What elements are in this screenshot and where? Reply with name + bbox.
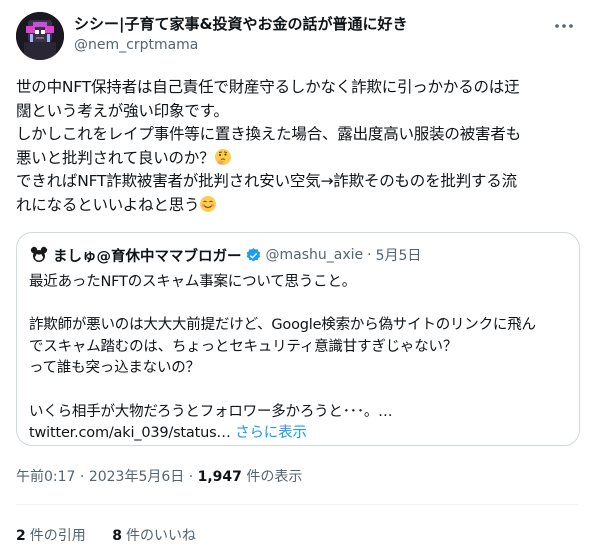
tweet-line: 闊という考えが強い印象です。 xyxy=(16,101,229,120)
tweet-line: できればNFT詐欺被害者が批判され安い空気→詐欺そのものを批判する流 xyxy=(16,172,517,190)
quoted-link[interactable]: twitter.com/aki_039/status… xyxy=(29,425,231,441)
quoted-handle[interactable]: @mashu_axie xyxy=(266,247,364,263)
likes-count: 8 xyxy=(112,528,122,544)
quoted-line: 最近あったNFTのスキャム事案について思うこと。 xyxy=(29,274,357,290)
divider xyxy=(16,504,578,505)
quoted-tweet[interactable]: ましゅ@育休中ママブロガー @mashu_axie · 5月5日 最近あったNF… xyxy=(16,232,580,446)
tweet-time[interactable]: 午前0:17 xyxy=(16,469,75,485)
likes-label: 件のいいね xyxy=(125,528,196,544)
author-handle[interactable]: @nem_crptmama xyxy=(74,35,408,55)
quotes-stat[interactable]: 2 件の引用 xyxy=(16,528,86,544)
likes-stat[interactable]: 8 件のいいね xyxy=(112,528,196,544)
quoted-tweet-text: 最近あったNFTのスキャム事案について思うこと。 詐欺師が悪いのは大大大前提だけ… xyxy=(29,272,569,445)
tweet-line: れになるといいよねと思う xyxy=(16,195,200,214)
tweet-line: 世の中NFT保持者は自己責任で財産守るしかなく詐欺に引っかかるのは迂 xyxy=(16,78,520,96)
meta-separator: · xyxy=(79,469,85,485)
quoted-line: でスキャム踏むのは、ちょっとセキュリティ意識甘すぎじゃない？ xyxy=(29,338,458,355)
quotes-label: 件の引用 xyxy=(29,528,86,544)
tweet-line: しかしこれをレイプ事件等に置き換えた場合、露出度高い服装の被害者も xyxy=(16,125,521,143)
author-display-name[interactable]: シシー|子育て家事&投資やお金の話が普通に好き xyxy=(74,14,408,34)
smiling-face-emoji xyxy=(199,195,217,213)
tweet-text: 世の中NFT保持者は自己責任で財産守るしかなく詐欺に引っかかるのは迂 闊という考… xyxy=(16,76,582,217)
quoted-display-name[interactable]: ましゅ@育休中ママブロガー xyxy=(53,245,242,266)
meta-separator: · xyxy=(188,469,194,485)
show-more-link[interactable]: さらに表示 xyxy=(235,425,307,441)
quoted-separator: · xyxy=(367,247,372,263)
thinking-face-emoji xyxy=(214,148,232,166)
tweet-meta: 午前0:17 · 2023年5月6日 · 1,947 件の表示 xyxy=(16,466,302,486)
quoted-line: って誰も突っ込まないの？ xyxy=(29,360,200,377)
views-count: 1,947 xyxy=(197,469,242,485)
tweet-stats: 2 件の引用 8 件のいいね xyxy=(16,525,218,545)
quoted-line: いくら相手が大物だろうとフォロワー多かろうと･･･。… xyxy=(29,403,393,420)
tweet-header: シシー|子育て家事&投資やお金の話が普通に好き @nem_crptmama xyxy=(16,12,582,60)
quoted-date[interactable]: 5月5日 xyxy=(376,245,422,265)
tweet-line: 悪いと批判されて良いのか？ xyxy=(16,148,215,167)
tweet-date[interactable]: 2023年5月6日 xyxy=(89,469,184,485)
author-avatar[interactable] xyxy=(16,12,64,60)
quoted-author-avatar[interactable] xyxy=(29,245,49,265)
more-dots-icon[interactable] xyxy=(552,14,576,38)
quoted-tweet-header: ましゅ@育休中ママブロガー @mashu_axie · 5月5日 xyxy=(29,245,421,265)
quoted-line: 詐欺師が悪いのは大大大前提だけど、Google検索から偽サイトのリンクに飛ん xyxy=(29,317,536,334)
quotes-count: 2 xyxy=(16,528,26,544)
views-label: 件の表示 xyxy=(246,469,303,485)
verified-badge-icon xyxy=(245,247,262,264)
author-names: シシー|子育て家事&投資やお金の話が普通に好き @nem_crptmama xyxy=(74,14,408,55)
